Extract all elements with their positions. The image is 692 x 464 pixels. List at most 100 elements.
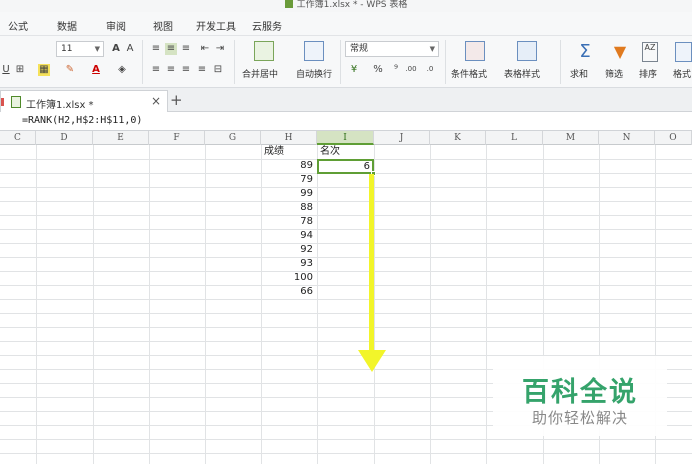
score-cell[interactable]: 89 — [261, 159, 313, 173]
sort-button[interactable]: 排序 — [639, 67, 657, 80]
column-header-M[interactable]: M — [543, 131, 599, 145]
cell-H1-score-header[interactable]: 成绩 — [264, 145, 284, 159]
column-header-F[interactable]: F — [149, 131, 205, 145]
formula-text[interactable]: =RANK(H2,H$2:H$11,0) — [22, 115, 142, 126]
document-tab-bar: 工作簿1.xlsx * × + — [0, 88, 692, 112]
indent-increase-icon[interactable]: ⇥ — [214, 43, 226, 55]
column-header-H[interactable]: H — [261, 131, 317, 145]
decrease-font-icon[interactable]: A — [124, 43, 136, 55]
font-color-icon[interactable]: A — [90, 64, 102, 76]
ribbon-separator — [560, 40, 561, 84]
wrap-text-button[interactable]: 自动换行 — [296, 67, 332, 80]
window-titlebar: 工作簿1.xlsx * - WPS 表格 — [0, 0, 692, 12]
column-header-G[interactable]: G — [205, 131, 261, 145]
increase-font-icon[interactable]: A — [110, 43, 122, 55]
table-style-icon[interactable] — [517, 41, 537, 61]
underline-icon[interactable]: U — [0, 64, 12, 76]
highlight-icon[interactable]: ✎ — [64, 64, 76, 76]
new-tab-icon[interactable]: + — [170, 91, 183, 109]
currency-icon[interactable]: ¥ — [348, 64, 360, 76]
align-right-icon[interactable]: ≡ — [180, 64, 192, 76]
score-cell[interactable]: 79 — [261, 173, 313, 187]
column-header-E[interactable]: E — [93, 131, 149, 145]
menu-data[interactable]: 数据 — [57, 18, 77, 33]
format-icon[interactable] — [675, 42, 692, 62]
column-header-D[interactable]: D — [36, 131, 93, 145]
score-cell[interactable]: 100 — [261, 271, 313, 285]
ribbon-separator — [445, 40, 446, 84]
score-cell[interactable]: 99 — [261, 187, 313, 201]
wrap-text-icon[interactable] — [304, 41, 324, 61]
spreadsheet-file-icon — [11, 96, 21, 108]
number-format-combo[interactable]: 常规 ▼ — [345, 41, 439, 57]
grid-line — [0, 313, 692, 314]
clear-format-icon[interactable]: ◈ — [116, 64, 128, 76]
column-header-O[interactable]: O — [655, 131, 692, 145]
conditional-format-button[interactable]: 条件格式 — [451, 67, 487, 80]
increase-decimal-icon[interactable]: .00 — [405, 63, 417, 75]
grid-line — [0, 243, 692, 244]
column-header-C[interactable]: C — [0, 131, 36, 145]
column-header-J[interactable]: J — [374, 131, 430, 145]
sum-button[interactable]: 求和 — [570, 67, 588, 80]
fill-color-icon[interactable]: ▦ — [38, 64, 50, 76]
align-top-icon[interactable]: ≡ — [150, 43, 162, 55]
grid-line — [205, 145, 206, 464]
menu-cloud[interactable]: 云服务 — [252, 18, 282, 33]
menu-developer[interactable]: 开发工具 — [196, 18, 236, 33]
comma-style-icon[interactable]: ⁹ — [390, 64, 402, 76]
document-tab[interactable]: 工作簿1.xlsx * × — [0, 90, 168, 112]
align-middle-icon[interactable]: ≡ — [165, 43, 177, 55]
font-size-value: 11 — [61, 44, 73, 54]
filter-button[interactable]: 筛选 — [605, 67, 623, 80]
grid-line — [149, 145, 150, 464]
decrease-decimal-icon[interactable]: .0 — [424, 63, 436, 75]
column-header-I[interactable]: I — [317, 131, 374, 145]
percent-icon[interactable]: % — [372, 64, 384, 76]
score-cell[interactable]: 78 — [261, 215, 313, 229]
menu-view[interactable]: 视图 — [153, 18, 173, 33]
watermark: 百科全说 助你轻松解决 — [493, 356, 667, 436]
font-size-combo[interactable]: 11 ▼ — [56, 41, 104, 57]
menu-review[interactable]: 审阅 — [106, 18, 126, 33]
grid-line — [0, 285, 692, 286]
score-cell[interactable]: 66 — [261, 285, 313, 299]
cell-I1-rank-header[interactable]: 名次 — [320, 145, 340, 159]
score-cell[interactable]: 93 — [261, 257, 313, 271]
filter-icon[interactable]: ▼ — [610, 42, 630, 62]
column-header-K[interactable]: K — [430, 131, 486, 145]
justify-icon[interactable]: ≡ — [196, 64, 208, 76]
merge-center-icon[interactable] — [254, 41, 274, 61]
sum-icon[interactable]: Σ — [575, 42, 595, 62]
grid-line — [0, 271, 692, 272]
column-header-L[interactable]: L — [486, 131, 543, 145]
grid-line — [430, 145, 431, 464]
score-cell[interactable]: 88 — [261, 201, 313, 215]
border-icon[interactable]: ⊞ — [14, 64, 26, 76]
column-header-N[interactable]: N — [599, 131, 655, 145]
grid-line — [93, 145, 94, 464]
grid-line — [0, 229, 692, 230]
distribute-icon[interactable]: ⊟ — [212, 64, 224, 76]
table-style-button[interactable]: 表格样式 — [504, 67, 540, 80]
merge-center-button[interactable]: 合并居中 — [242, 67, 278, 80]
align-bottom-icon[interactable]: ≡ — [180, 43, 192, 55]
conditional-format-icon[interactable] — [465, 41, 485, 61]
grid-line — [317, 145, 318, 464]
grid-line — [374, 145, 375, 464]
close-tab-icon[interactable]: × — [151, 94, 161, 108]
window-title: 工作簿1.xlsx * - WPS 表格 — [296, 0, 408, 10]
indent-decrease-icon[interactable]: ⇤ — [199, 43, 211, 55]
score-cell[interactable]: 94 — [261, 229, 313, 243]
menu-formula[interactable]: 公式 — [8, 18, 28, 33]
grid-line — [0, 257, 692, 258]
grid-line — [0, 453, 692, 454]
format-button[interactable]: 格式 — [673, 67, 691, 80]
number-format-value: 常规 — [350, 44, 369, 54]
active-cell-selection[interactable] — [317, 159, 376, 176]
sort-icon[interactable]: AZ — [642, 42, 658, 62]
score-cell[interactable]: 92 — [261, 243, 313, 257]
formula-bar[interactable]: =RANK(H2,H$2:H$11,0) — [0, 112, 692, 131]
align-left-icon[interactable]: ≡ — [150, 64, 162, 76]
align-center-icon[interactable]: ≡ — [165, 64, 177, 76]
